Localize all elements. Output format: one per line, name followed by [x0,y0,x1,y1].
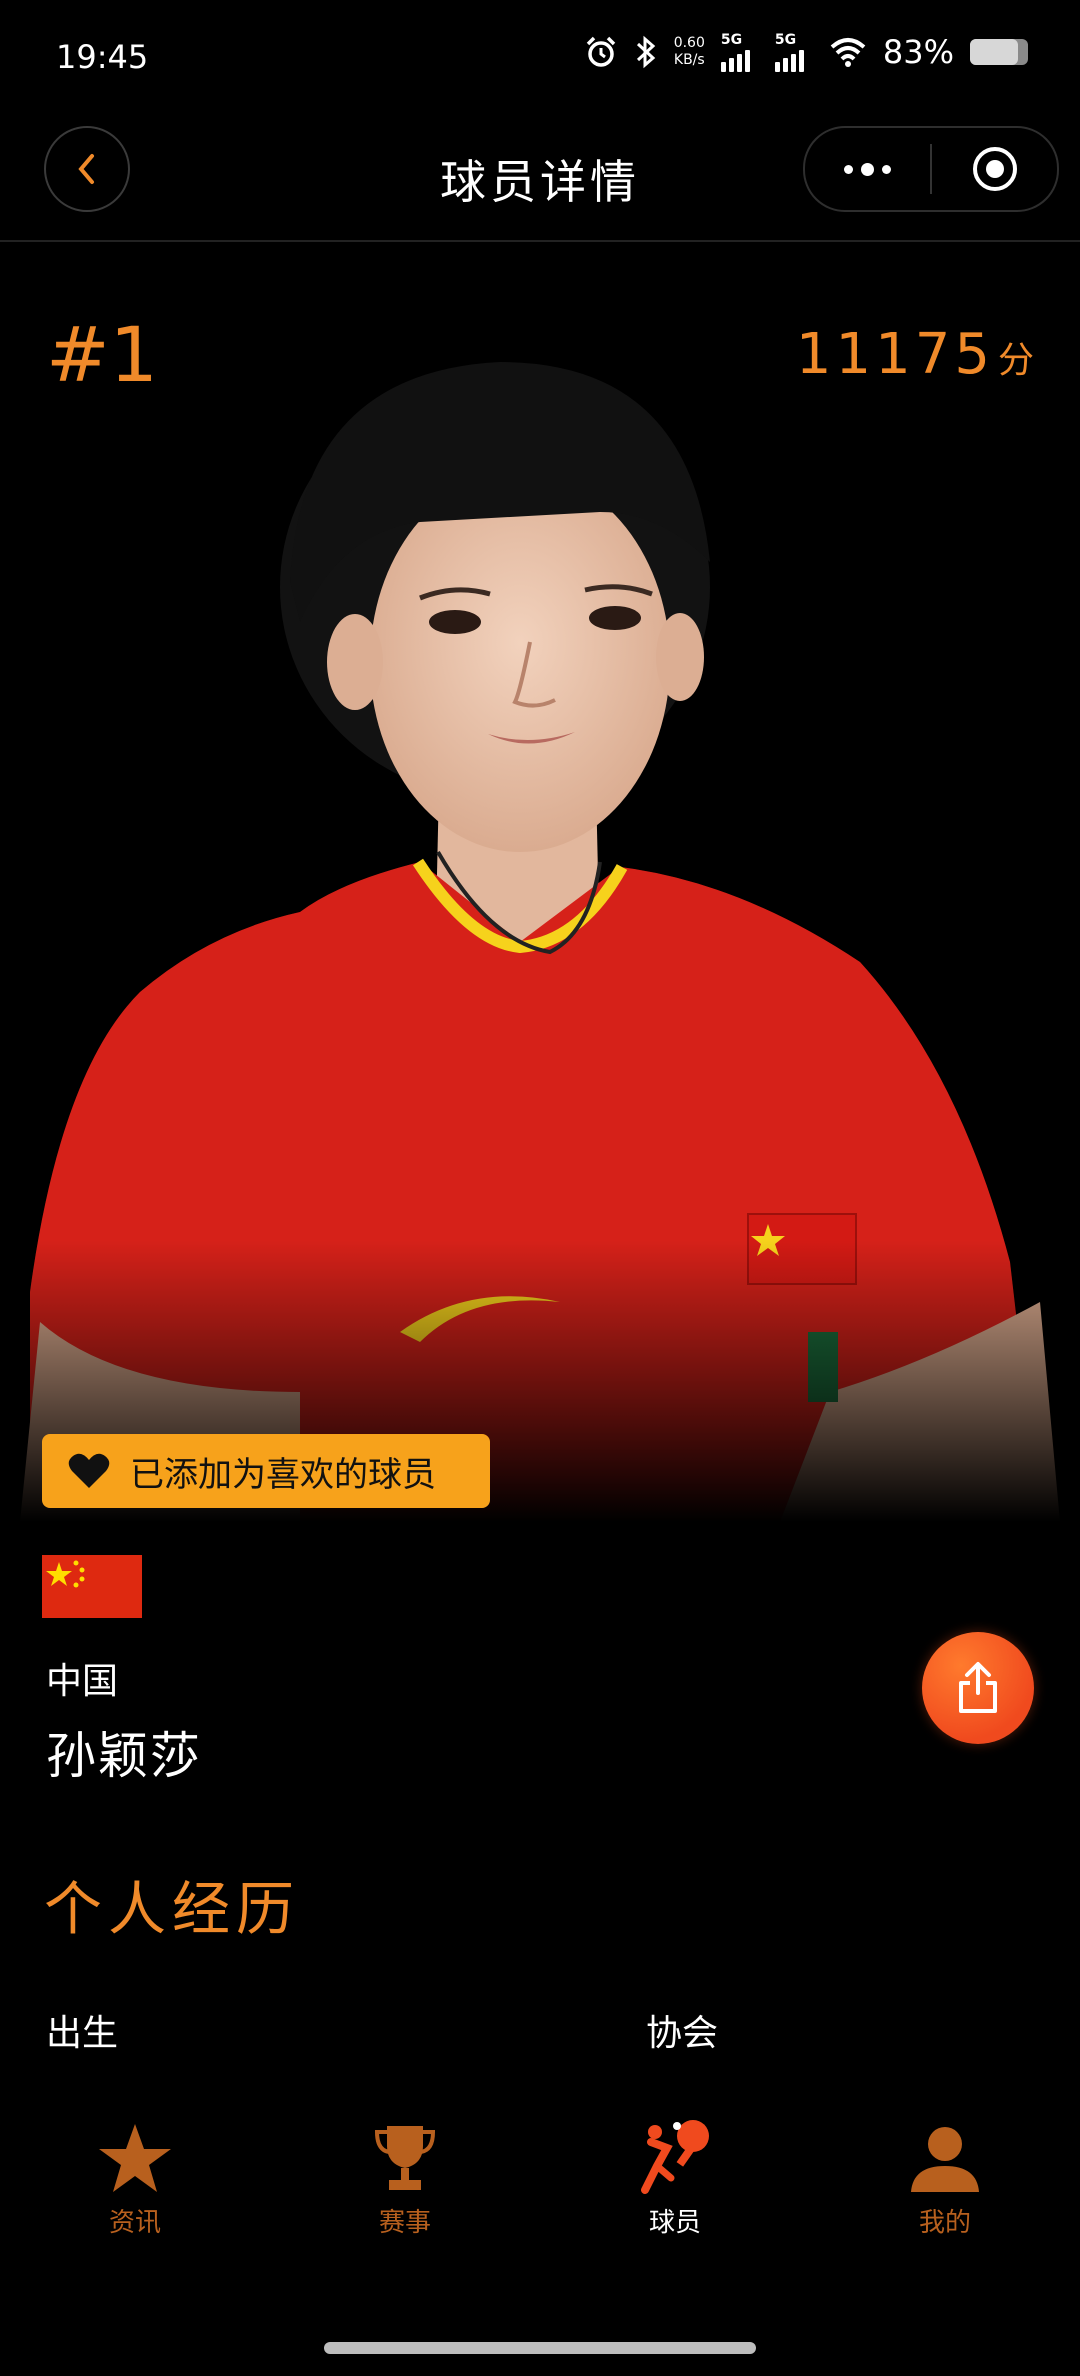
tab-players[interactable]: 球员 [540,2090,810,2290]
bottom-tab-bar: 资讯 赛事 球员 我的 [0,2090,1080,2290]
net-speed-value: 0.60 [673,35,705,51]
nav-bar: 球员详情 [0,120,1080,242]
mini-program-capsule [803,126,1059,212]
tab-label: 资讯 [108,2208,161,2238]
signal-5g-icon-2: 5G [774,32,813,72]
tab-label: 我的 [918,2208,971,2238]
score-value: 11175 [795,322,994,387]
trophy-icon [373,2114,437,2194]
heart-icon [68,1452,110,1490]
share-icon [959,1662,997,1713]
favorite-badge[interactable]: 已添加为喜欢的球员 [42,1434,490,1508]
net-speed-unit: KB/s [673,52,705,68]
more-button[interactable] [805,128,930,210]
target-circle-icon [972,147,1017,191]
signal-label: 5G [720,32,743,48]
status-icons: 0.60 KB/s 5G 5G 83% [584,32,1028,72]
tab-news[interactable]: 资讯 [0,2090,270,2290]
ping-pong-player-icon [637,2114,713,2194]
favorite-label: 已添加为喜欢的球员 [130,1454,436,1495]
signal-5g-icon-1: 5G [720,32,759,72]
wifi-icon [830,38,866,67]
more-dots-icon [844,162,891,176]
status-time: 19:45 [56,38,149,76]
player-name: 孙颖莎 [46,1727,202,1785]
tab-label: 赛事 [378,2208,431,2238]
status-bar: 19:45 0.60 KB/s 5G 5G 83% [0,0,1080,120]
star-icon [97,2114,173,2194]
score-unit: 分 [997,340,1034,381]
player-rank: #1 [46,310,159,399]
association-label: 协会 [646,2013,719,2054]
country-flag-icon [42,1555,142,1618]
close-button[interactable] [932,128,1057,210]
network-speed: 0.60 KB/s [674,35,705,69]
battery-icon [970,39,1028,65]
tab-label: 球员 [648,2208,701,2238]
person-icon [909,2114,981,2194]
alarm-icon [586,36,615,67]
tab-events[interactable]: 赛事 [270,2090,540,2290]
home-indicator[interactable] [324,2342,756,2354]
player-score: 11175 分 [796,322,1034,387]
battery-percent: 83% [882,33,954,71]
player-photo [0,242,1080,1522]
signal-label: 5G [774,32,797,48]
share-button[interactable] [922,1632,1034,1744]
player-country: 中国 [46,1661,119,1702]
tab-me[interactable]: 我的 [810,2090,1080,2290]
section-title-career: 个人经历 [44,1875,301,1943]
birth-label: 出生 [46,2013,119,2054]
bluetooth-icon [636,35,655,69]
